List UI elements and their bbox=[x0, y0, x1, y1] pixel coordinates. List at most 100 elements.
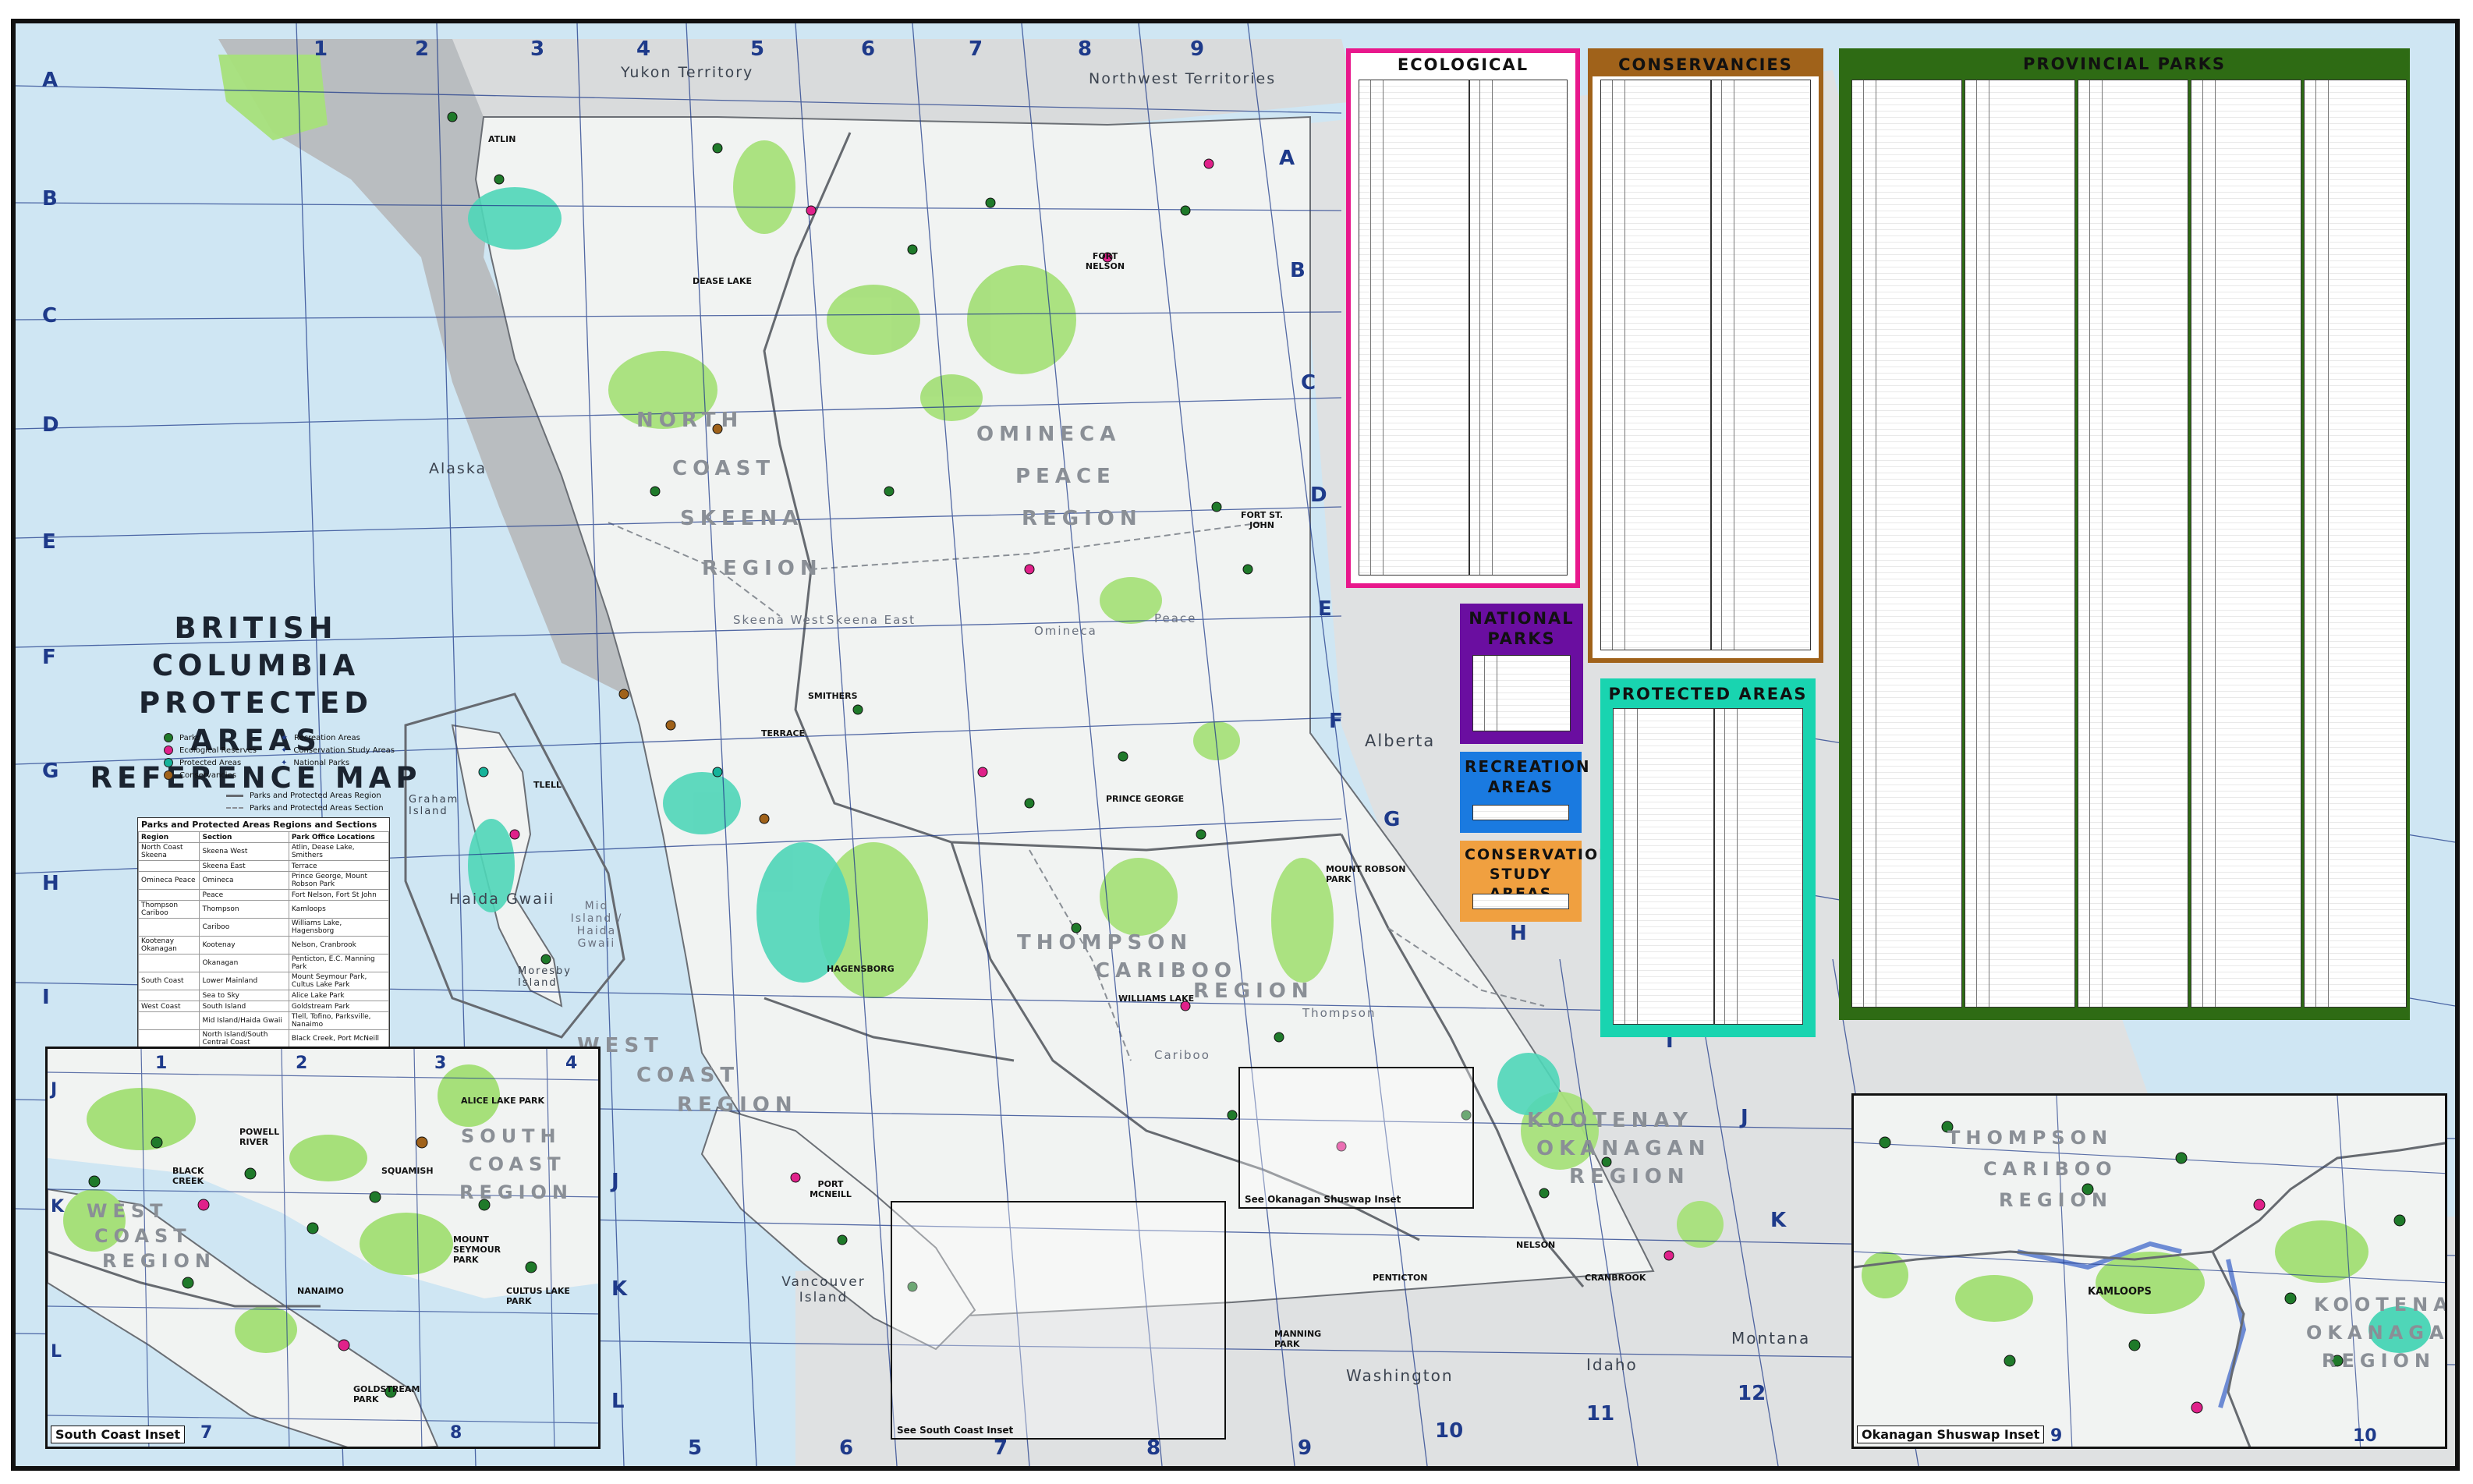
city-label: PRINCE GEORGE bbox=[1106, 794, 1185, 804]
grid-col-label: 4 bbox=[636, 37, 651, 61]
recreation-areas-panel: RECREATION AREAS bbox=[1460, 752, 1591, 833]
city-label: DEASE LAKE bbox=[693, 276, 752, 286]
table-row: Thompson Cariboo Thompson Kamloops bbox=[137, 900, 390, 919]
provincial-parks-table-4 bbox=[2191, 80, 2301, 1008]
region-label: NORTH bbox=[636, 409, 744, 432]
legend-item: Conservancies bbox=[164, 769, 257, 781]
city-label: FORT NELSON bbox=[1085, 251, 1125, 271]
inset-region-label: THOMPSON bbox=[1947, 1127, 2113, 1149]
region-label: COAST bbox=[672, 457, 776, 480]
table-row: Cariboo Williams Lake, Hagensborg bbox=[137, 918, 390, 937]
ecological-reserves-panel: ECOLOGICAL RESERVES bbox=[1346, 48, 1580, 588]
grid-row-label: K bbox=[611, 1277, 628, 1301]
inset-col-label: 1 bbox=[155, 1054, 168, 1073]
grid-row-label: I bbox=[42, 986, 50, 1009]
grid-row-label: F bbox=[1329, 710, 1343, 733]
grid-row-label: E bbox=[1318, 597, 1332, 621]
national-parks-table bbox=[1472, 655, 1571, 731]
vancouver-island-label: Vancouver Island bbox=[781, 1274, 866, 1305]
grid-col-label: 9 bbox=[1190, 37, 1205, 61]
ecological-reserve-dot-icon bbox=[164, 746, 173, 755]
table-row: North Island/South Central Coast Black Cr… bbox=[137, 1029, 390, 1048]
grid-col-label: 12 bbox=[1738, 1382, 1766, 1405]
provincial-parks-table-5 bbox=[2304, 80, 2407, 1008]
section-label: Peace bbox=[1154, 611, 1197, 625]
city-label: TLELL bbox=[533, 780, 562, 790]
national-parks-panel: NATIONAL PARKS bbox=[1460, 604, 1583, 744]
section-line-icon bbox=[226, 807, 243, 809]
city-label: FORT ST. JOHN bbox=[1240, 510, 1284, 530]
section-label: Omineca bbox=[1034, 624, 1097, 638]
table-row: West Coast South Island Goldstream Park bbox=[137, 1001, 390, 1012]
okanagan-inset: THOMPSON CARIBOO REGION KOOTENAY OKANAGA… bbox=[1851, 1093, 2447, 1449]
grid-row-label: F bbox=[42, 646, 56, 669]
alaska-label: Alaska bbox=[429, 460, 487, 477]
inset-col-label: 10 bbox=[2353, 1426, 2377, 1446]
grid-col-label: 3 bbox=[530, 37, 545, 61]
inset-col-label: 4 bbox=[565, 1054, 578, 1073]
grid-col-label: 8 bbox=[1146, 1436, 1161, 1460]
section-label: Mid Island / Haida Gwaii bbox=[570, 900, 623, 950]
region-label: SKEENA bbox=[680, 507, 804, 530]
city-label: KAMLOOPS bbox=[2088, 1286, 2152, 1298]
legend-item: ★ Recreation Areas bbox=[281, 733, 360, 742]
table-row: Skeena East Terrace bbox=[137, 860, 390, 872]
table-header-row: Region Section Park Office Locations bbox=[137, 831, 390, 843]
section-label: Thompson bbox=[1302, 1006, 1376, 1020]
region-label: REGION bbox=[702, 557, 823, 580]
south-coast-inset-label: South Coast Inset bbox=[51, 1426, 186, 1443]
recreation-areas-table bbox=[1472, 805, 1569, 820]
inset-region-label: REGION bbox=[2322, 1350, 2436, 1372]
see-okanagan-label: See Okanagan Shuswap Inset bbox=[1245, 1194, 1401, 1205]
region-table: Parks and Protected Areas Regions and Se… bbox=[137, 817, 390, 1049]
city-label: NANAIMO bbox=[297, 1286, 344, 1296]
inset-region-label: SOUTH bbox=[461, 1125, 562, 1147]
national-parks-title: NATIONAL PARKS bbox=[1469, 609, 1575, 648]
legend-item: Parks bbox=[164, 731, 257, 744]
star-icon: ✦ bbox=[281, 746, 288, 755]
region-label: PEACE bbox=[1015, 465, 1116, 488]
region-label: REGION bbox=[677, 1093, 798, 1117]
south-coast-inset-map bbox=[48, 1049, 598, 1447]
grid-col-label: 2 bbox=[415, 37, 430, 61]
city-label: MOUNT SEYMOUR PARK bbox=[453, 1234, 501, 1265]
grid-col-label: 6 bbox=[861, 37, 876, 61]
region-label: OKANAGAN bbox=[1536, 1137, 1711, 1160]
grid-col-label: 5 bbox=[750, 37, 765, 61]
grid-row-label: D bbox=[1310, 483, 1327, 507]
inset-col-label: 8 bbox=[450, 1423, 462, 1443]
table-row: Kootenay Okanagan Kootenay Nelson, Cranbro… bbox=[137, 936, 390, 955]
region-table-title: Parks and Protected Areas Regions and Se… bbox=[138, 818, 389, 831]
table-row: Mid Island/Haida Gwaii Tlell, Tofino, Par… bbox=[137, 1011, 390, 1030]
table-row: South Coast Lower Mainland Mount Seymour P… bbox=[137, 972, 390, 990]
washington-label: Washington bbox=[1346, 1366, 1454, 1385]
inset-region-label: OKANAGAN bbox=[2306, 1322, 2447, 1344]
title-line: BRITISH COLUMBIA bbox=[151, 611, 360, 682]
provincial-parks-title: PROVINCIAL PARKS bbox=[2023, 55, 2226, 73]
grid-row-label: C bbox=[1301, 371, 1316, 395]
region-label: COAST bbox=[636, 1064, 740, 1087]
city-label: PORT MCNEILL bbox=[810, 1179, 852, 1199]
table-row: Okanagan Penticton, E.C. Manning Park bbox=[137, 954, 390, 972]
moresby-island-label: Moresby Island bbox=[518, 965, 572, 989]
grid-col-label: 5 bbox=[688, 1436, 703, 1460]
city-label: POWELL RIVER bbox=[239, 1127, 280, 1147]
inset-region-label: WEST bbox=[87, 1200, 168, 1222]
grid-row-label: B bbox=[1290, 259, 1306, 282]
inset-region-label: REGION bbox=[1999, 1189, 2113, 1211]
region-label: KOOTENAY bbox=[1527, 1109, 1693, 1132]
city-label: CRANBROOK bbox=[1585, 1273, 1646, 1283]
inset-region-label: COAST bbox=[94, 1225, 192, 1247]
conservation-study-areas-table bbox=[1472, 894, 1569, 909]
inset-region-label: COAST bbox=[469, 1153, 566, 1175]
inset-row-label: L bbox=[51, 1342, 62, 1362]
grid-col-label: 8 bbox=[1078, 37, 1093, 61]
city-label: PENTICTON bbox=[1373, 1273, 1428, 1283]
grid-row-label: J bbox=[611, 1170, 619, 1193]
grid-row-label: G bbox=[1384, 808, 1401, 831]
provincial-parks-table-1 bbox=[1851, 80, 1962, 1008]
legend-item: Parks and Protected Areas Region bbox=[226, 789, 413, 802]
alberta-label: Alberta bbox=[1365, 731, 1436, 750]
city-label: NELSON bbox=[1516, 1240, 1556, 1250]
recreation-areas-title: RECREATION AREAS bbox=[1465, 757, 1591, 796]
